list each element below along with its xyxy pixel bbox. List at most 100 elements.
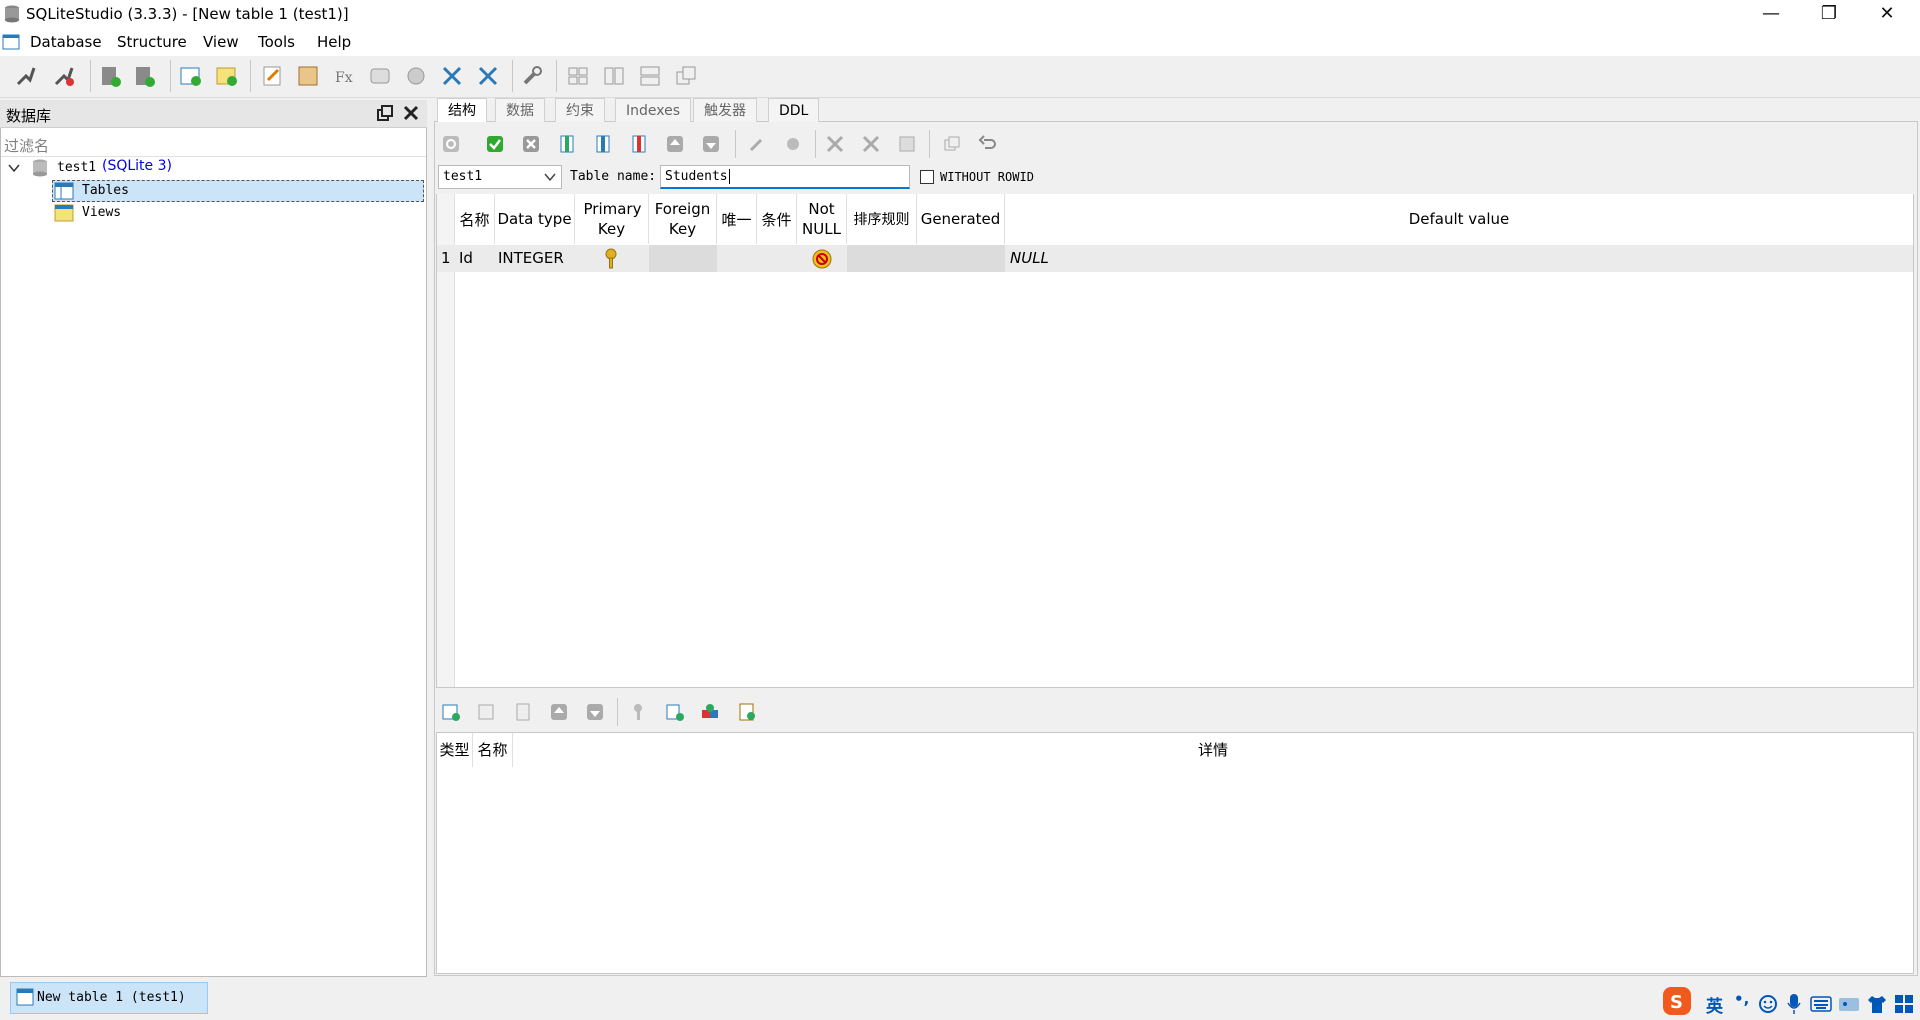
export-structure-icon[interactable]	[861, 134, 881, 154]
tree-db-name[interactable]: test1	[57, 160, 96, 175]
edit-constraint-icon[interactable]	[477, 702, 497, 722]
constraints-header-name[interactable]: 名称	[473, 733, 513, 767]
col-header-foreign-key[interactable]: Foreign Key	[649, 194, 717, 244]
move-down-icon[interactable]	[701, 134, 721, 154]
copy-icon[interactable]	[942, 134, 962, 154]
cell-data-type[interactable]: INTEGER	[498, 245, 564, 271]
create-trigger-icon[interactable]	[783, 134, 803, 154]
commit-icon[interactable]	[485, 134, 505, 154]
table-name-input[interactable]: Students	[660, 165, 910, 189]
create-view-icon[interactable]	[214, 64, 238, 88]
col-header-check[interactable]: 条件	[757, 194, 797, 244]
ime-menu-icon[interactable]	[1894, 994, 1914, 1014]
cell-generated[interactable]	[917, 245, 1005, 272]
col-header-default-value[interactable]: Default value	[1005, 194, 1913, 244]
tile-windows-icon[interactable]	[566, 64, 590, 88]
add-pk-icon[interactable]	[630, 702, 650, 722]
move-up-icon[interactable]	[665, 134, 685, 154]
constraints-header-details[interactable]: 详情	[513, 733, 1913, 767]
col-header-collation[interactable]: 排序规则	[847, 194, 917, 244]
ddl-history-icon[interactable]	[296, 64, 320, 88]
col-header-unique[interactable]: 唯一	[717, 194, 757, 244]
undo-icon[interactable]	[978, 134, 998, 154]
tab-indexes[interactable]: Indexes	[615, 98, 692, 122]
database-panel-title: 数据库	[6, 107, 52, 125]
svg-text:Fx: Fx	[335, 70, 353, 86]
add-check-icon[interactable]	[737, 702, 757, 722]
export-icon[interactable]	[476, 64, 500, 88]
add-column-icon[interactable]	[557, 134, 577, 154]
add-fk-icon[interactable]	[665, 702, 685, 722]
ime-punct[interactable]: •,	[1734, 990, 1749, 1008]
skin-shirt-icon[interactable]	[1866, 994, 1888, 1014]
col-header-name[interactable]: 名称	[455, 194, 495, 244]
mdi-window-icon[interactable]	[2, 34, 20, 50]
tile-horizontal-icon[interactable]	[602, 64, 626, 88]
sql-editor-icon[interactable]	[260, 64, 284, 88]
cell-name[interactable]: Id	[459, 245, 473, 271]
populate-icon[interactable]	[897, 134, 917, 154]
create-table-icon[interactable]	[178, 64, 202, 88]
edit-column-icon[interactable]	[593, 134, 613, 154]
cell-foreign-key[interactable]	[649, 245, 717, 272]
import-icon[interactable]	[440, 64, 464, 88]
window-task-button[interactable]: New table 1 (test1)	[10, 982, 208, 1014]
cascade-windows-icon[interactable]	[674, 64, 698, 88]
menu-database[interactable]: Database	[30, 33, 102, 51]
ime-mode[interactable]: 英	[1706, 992, 1723, 1017]
add-constraint-icon[interactable]	[441, 702, 461, 722]
tab-data[interactable]: 数据	[495, 98, 545, 122]
cell-collation[interactable]	[847, 245, 917, 272]
toolbar-separator	[90, 60, 91, 92]
constraint-up-icon[interactable]	[549, 702, 569, 722]
restore-button[interactable]: ❐	[1806, 0, 1852, 30]
connect-db-icon[interactable]	[14, 64, 38, 88]
tab-ddl[interactable]: DDL	[768, 98, 820, 122]
delete-constraint-icon[interactable]	[513, 702, 533, 722]
filter-input[interactable]	[1, 129, 426, 157]
constraints-header-type[interactable]: 类型	[437, 733, 473, 767]
microphone-icon[interactable]	[1786, 993, 1802, 1015]
menu-view[interactable]: View	[203, 33, 239, 51]
extensions-icon[interactable]	[404, 64, 428, 88]
close-window-button[interactable]: ✕	[1864, 0, 1910, 30]
constraint-down-icon[interactable]	[585, 702, 605, 722]
tab-structure[interactable]: 结构	[437, 98, 487, 122]
tree-item-views[interactable]: Views	[82, 205, 121, 220]
float-panel-icon[interactable]	[376, 104, 394, 122]
add-unique-icon[interactable]	[700, 702, 720, 722]
delete-column-icon[interactable]	[629, 134, 649, 154]
import-structure-icon[interactable]	[825, 134, 845, 154]
database-panel	[0, 100, 427, 977]
close-panel-icon[interactable]	[402, 104, 420, 122]
edit-database-icon[interactable]	[132, 64, 156, 88]
tile-vertical-icon[interactable]	[638, 64, 662, 88]
refresh-icon[interactable]	[441, 134, 461, 154]
without-rowid-checkbox[interactable]	[920, 170, 934, 184]
minimize-button[interactable]: —	[1748, 0, 1794, 30]
settings-wrench-icon[interactable]	[520, 64, 544, 88]
chevron-down-icon[interactable]	[544, 172, 556, 182]
col-header-generated[interactable]: Generated	[917, 194, 1005, 244]
create-index-icon[interactable]	[747, 134, 767, 154]
sogou-ime-icon[interactable]: S	[1662, 986, 1692, 1016]
functions-icon[interactable]: Fx	[332, 64, 356, 88]
disconnect-db-icon[interactable]	[52, 64, 76, 88]
toolbox-icon[interactable]	[1838, 995, 1860, 1013]
menu-help[interactable]: Help	[317, 33, 351, 51]
rollback-icon[interactable]	[521, 134, 541, 154]
emoji-icon[interactable]	[1758, 994, 1778, 1014]
without-rowid-label: WITHOUT ROWID	[940, 170, 1034, 184]
chevron-down-icon[interactable]	[8, 162, 20, 174]
collations-icon[interactable]	[368, 64, 392, 88]
add-database-icon[interactable]	[98, 64, 122, 88]
menu-structure[interactable]: Structure	[117, 33, 187, 51]
col-header-not-null[interactable]: Not NULL	[797, 194, 847, 244]
menu-tools[interactable]: Tools	[258, 33, 295, 51]
keyboard-icon[interactable]	[1810, 995, 1832, 1013]
tab-constraints[interactable]: 约束	[555, 98, 605, 122]
cell-default-value[interactable]: NULL	[1010, 245, 1049, 271]
tab-triggers[interactable]: 触发器	[693, 98, 757, 122]
col-header-primary-key[interactable]: Primary Key	[575, 194, 649, 244]
col-header-data-type[interactable]: Data type	[495, 194, 575, 244]
